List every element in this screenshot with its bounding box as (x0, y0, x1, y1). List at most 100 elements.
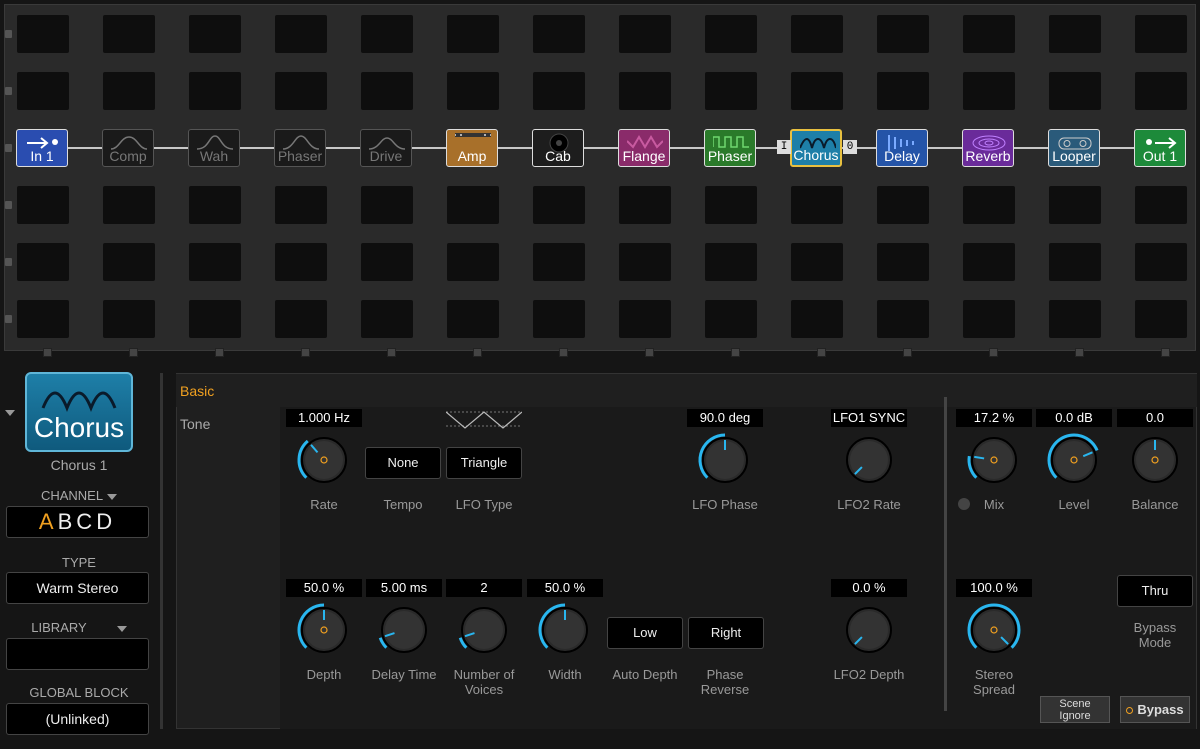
grid-slot[interactable] (963, 186, 1015, 224)
grid-slot[interactable] (275, 15, 327, 53)
channel-header[interactable]: CHANNEL (0, 488, 158, 503)
stereo-spread-knob[interactable] (965, 601, 1023, 659)
grid-slot[interactable] (705, 243, 757, 281)
block-phaser[interactable]: Phaser (704, 129, 756, 167)
phase-reverse-select[interactable]: Right (688, 617, 764, 649)
column-handle[interactable] (473, 348, 482, 357)
grid-slot[interactable] (17, 186, 69, 224)
grid-slot[interactable] (189, 243, 241, 281)
grid-slot[interactable] (705, 300, 757, 338)
grid-slot[interactable] (447, 72, 499, 110)
block-in-1[interactable]: In 1 (16, 129, 68, 167)
rate-value[interactable]: 1.000 Hz (286, 409, 362, 427)
grid-slot[interactable] (447, 243, 499, 281)
grid-slot[interactable] (877, 186, 929, 224)
lfo2-rate-value[interactable]: LFO1 SYNC (831, 409, 907, 427)
grid-slot[interactable] (877, 72, 929, 110)
grid-slot[interactable] (619, 72, 671, 110)
block-out-1[interactable]: Out 1 (1134, 129, 1186, 167)
grid-slot[interactable] (791, 15, 843, 53)
block-icon[interactable]: Chorus (25, 372, 133, 452)
scene-ignore-button[interactable]: Scene Ignore (1040, 696, 1110, 723)
column-handle[interactable] (129, 348, 138, 357)
channel-c[interactable]: C (76, 509, 96, 534)
block-delay[interactable]: Delay (876, 129, 928, 167)
block-looper[interactable]: Looper (1048, 129, 1100, 167)
grid-slot[interactable] (705, 15, 757, 53)
column-handle[interactable] (903, 348, 912, 357)
grid-slot[interactable] (1049, 300, 1101, 338)
balance-value[interactable]: 0.0 (1117, 409, 1193, 427)
column-handle[interactable] (1075, 348, 1084, 357)
block-reverb[interactable]: Reverb (962, 129, 1014, 167)
grid-slot[interactable] (1135, 72, 1187, 110)
channel-selector[interactable]: ABCD (6, 506, 149, 538)
library-select[interactable] (6, 638, 149, 670)
lfo2-depth-knob[interactable] (840, 601, 898, 659)
grid-slot[interactable] (1049, 72, 1101, 110)
auto-depth-select[interactable]: Low (607, 617, 683, 649)
bypass-mode-select[interactable]: Thru (1117, 575, 1193, 607)
grid-slot[interactable] (361, 15, 413, 53)
grid-slot[interactable] (705, 186, 757, 224)
tab-basic[interactable]: Basic (176, 374, 1197, 407)
row-handle[interactable] (5, 144, 12, 152)
delay-time-knob[interactable] (375, 601, 433, 659)
grid-slot[interactable] (1135, 15, 1187, 53)
grid-slot[interactable] (619, 15, 671, 53)
level-knob[interactable] (1045, 431, 1103, 489)
grid-slot[interactable] (361, 243, 413, 281)
grid-slot[interactable] (533, 243, 585, 281)
grid-slot[interactable] (533, 72, 585, 110)
lfo-type-select[interactable]: Triangle (446, 447, 522, 479)
grid-slot[interactable] (877, 15, 929, 53)
grid-slot[interactable] (619, 300, 671, 338)
column-handle[interactable] (301, 348, 310, 357)
block-phaser[interactable]: Phaser (274, 129, 326, 167)
grid-slot[interactable] (619, 243, 671, 281)
grid-slot[interactable] (705, 72, 757, 110)
grid-slot[interactable] (361, 300, 413, 338)
block-comp[interactable]: Comp (102, 129, 154, 167)
grid-slot[interactable] (189, 15, 241, 53)
bypass-button[interactable]: Bypass (1120, 696, 1190, 723)
collapse-arrow-icon[interactable] (5, 410, 15, 416)
tab-tone[interactable]: Tone (180, 416, 210, 432)
channel-b[interactable]: B (58, 509, 77, 534)
block-amp[interactable]: Amp (446, 129, 498, 167)
block-chorus[interactable]: Chorus (790, 129, 842, 167)
grid-slot[interactable] (103, 15, 155, 53)
grid-slot[interactable] (103, 300, 155, 338)
grid-slot[interactable] (963, 300, 1015, 338)
grid-slot[interactable] (1049, 15, 1101, 53)
type-select[interactable]: Warm Stereo (6, 572, 149, 604)
lfo-phase-value[interactable]: 90.0 deg (687, 409, 763, 427)
grid-slot[interactable] (361, 72, 413, 110)
block-cab[interactable]: Cab (532, 129, 584, 167)
balance-knob[interactable] (1126, 431, 1184, 489)
grid-slot[interactable] (963, 243, 1015, 281)
column-handle[interactable] (731, 348, 740, 357)
grid-slot[interactable] (1049, 243, 1101, 281)
grid-slot[interactable] (189, 186, 241, 224)
row-handle[interactable] (5, 258, 12, 266)
rate-knob[interactable] (295, 431, 353, 489)
row-handle[interactable] (5, 87, 12, 95)
column-handle[interactable] (215, 348, 224, 357)
voices-knob[interactable] (455, 601, 513, 659)
mix-value[interactable]: 17.2 % (956, 409, 1032, 427)
tempo-select[interactable]: None (365, 447, 441, 479)
column-handle[interactable] (989, 348, 998, 357)
grid-slot[interactable] (275, 72, 327, 110)
level-value[interactable]: 0.0 dB (1036, 409, 1112, 427)
grid-slot[interactable] (275, 300, 327, 338)
grid-slot[interactable] (791, 243, 843, 281)
grid-slot[interactable] (189, 300, 241, 338)
grid-slot[interactable] (103, 72, 155, 110)
grid-slot[interactable] (533, 300, 585, 338)
grid-slot[interactable] (1135, 243, 1187, 281)
block-flange[interactable]: Flange (618, 129, 670, 167)
global-block-select[interactable]: (Unlinked) (6, 703, 149, 735)
grid-slot[interactable] (619, 186, 671, 224)
column-handle[interactable] (387, 348, 396, 357)
